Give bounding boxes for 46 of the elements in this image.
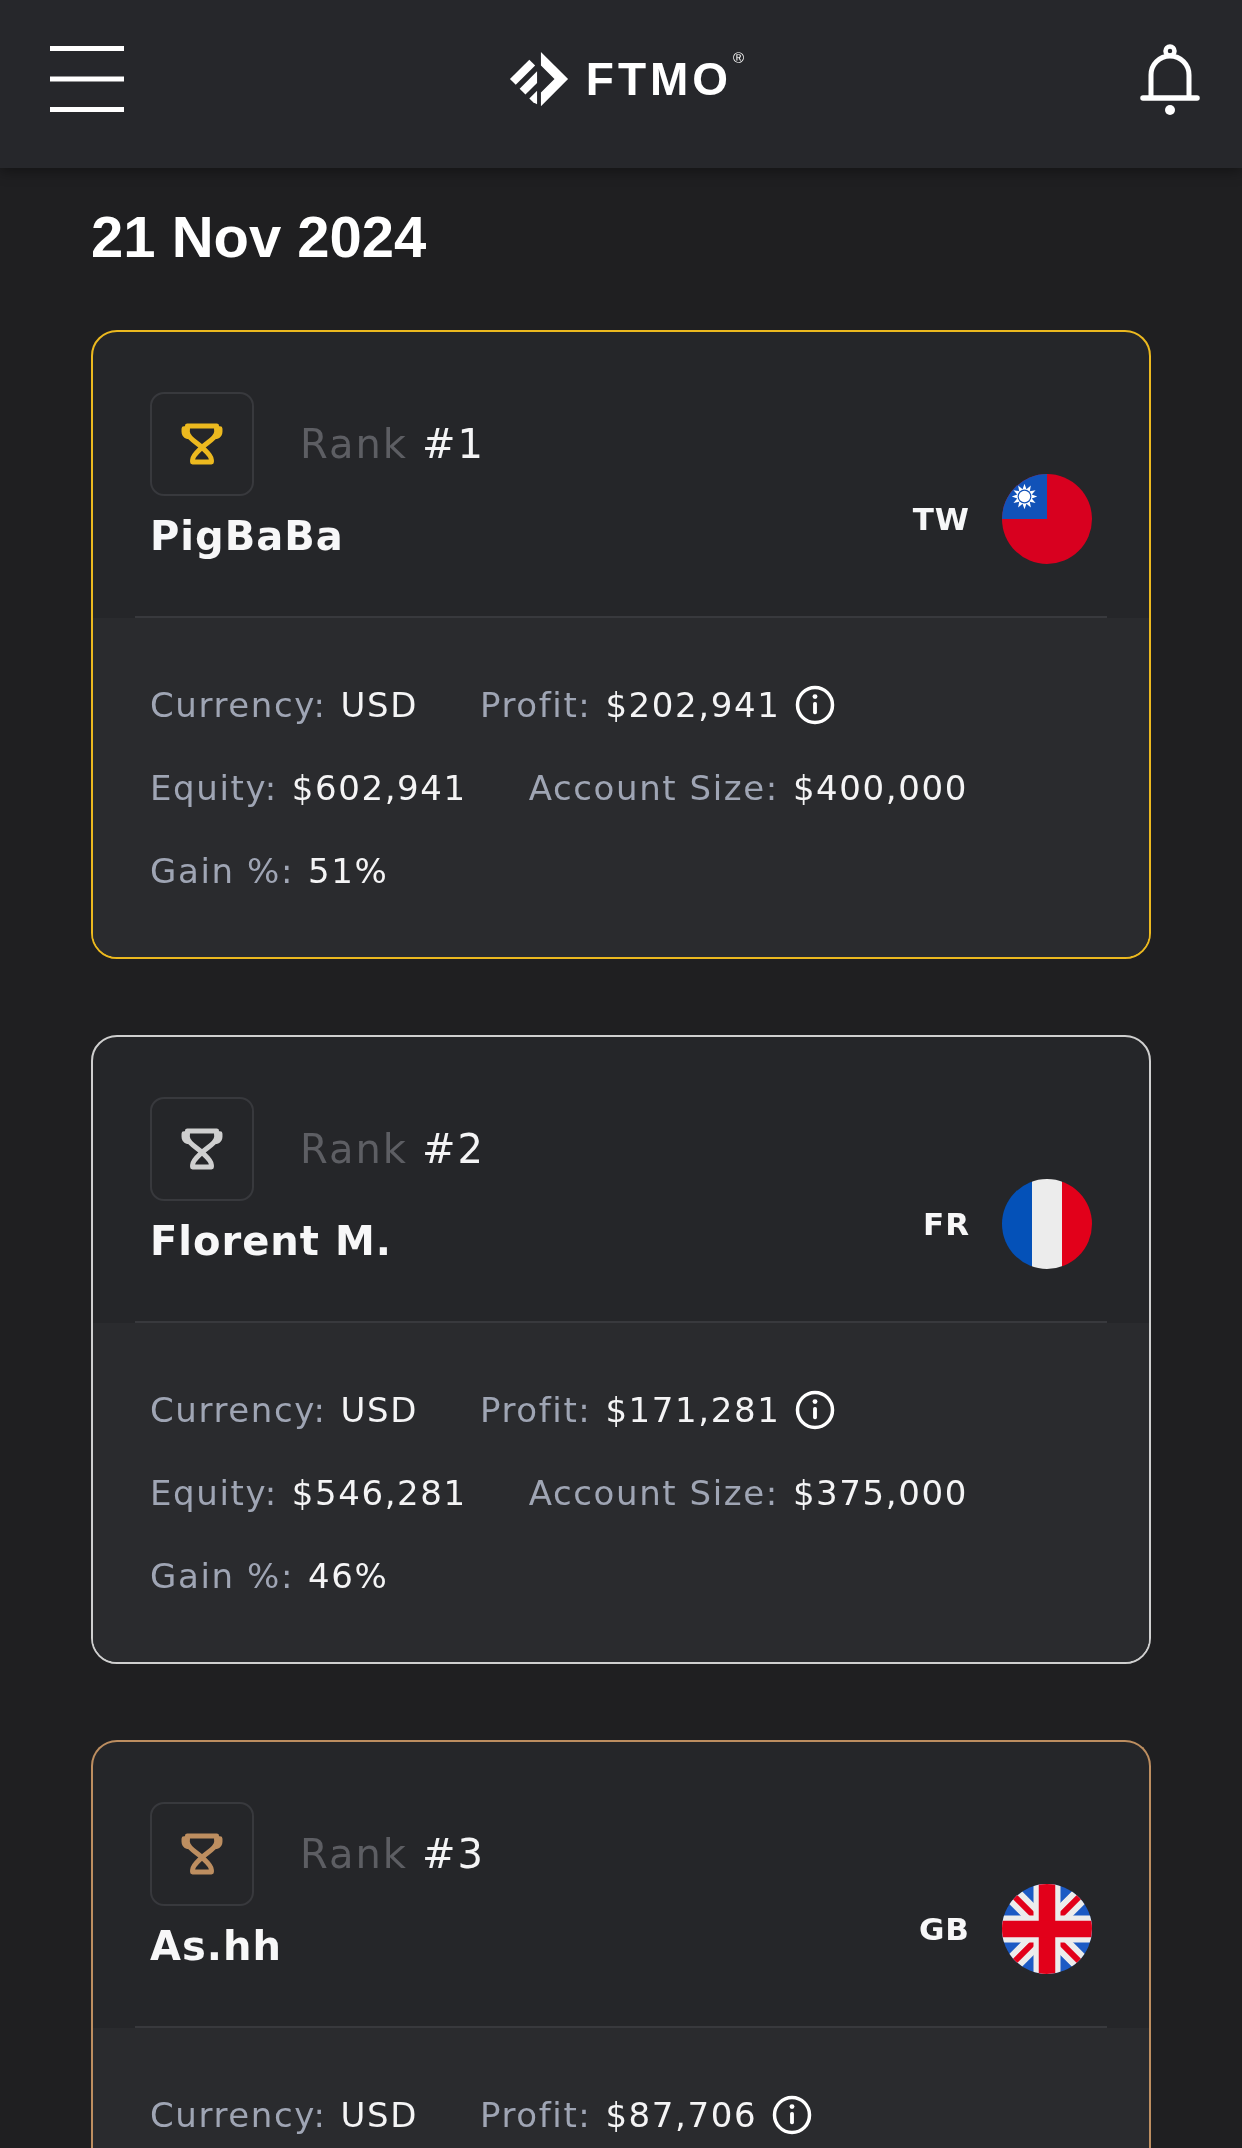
stat-label: Profit: — [480, 2094, 592, 2137]
stat-label: Equity: — [150, 767, 278, 810]
info-icon[interactable] — [771, 2094, 814, 2136]
stat-value: $375,000 — [792, 1472, 968, 1515]
info-icon[interactable] — [794, 684, 837, 726]
stat-value: USD — [340, 1389, 419, 1432]
stat-label: Profit: — [480, 1389, 592, 1432]
rank-label: Rank — [300, 420, 408, 468]
trophy-icon — [150, 392, 254, 496]
rank-number: #2 — [421, 1125, 485, 1173]
stat-label: Profit: — [480, 684, 592, 727]
trader-name: As.hh — [150, 1922, 282, 1971]
rank-label: Rank — [300, 1125, 408, 1173]
stat-label: Currency: — [150, 684, 327, 727]
trophy-icon — [150, 1097, 254, 1201]
stat-label: Currency: — [150, 2094, 327, 2137]
stat-label: Account Size: — [528, 767, 779, 810]
stat-value: 46% — [307, 1555, 389, 1598]
rank-label: Rank — [300, 1830, 408, 1878]
country-code: GB — [918, 1910, 970, 1949]
rank-number: #3 — [421, 1830, 485, 1878]
stat-label: Currency: — [150, 1389, 327, 1432]
trader-name: Florent M. — [150, 1217, 392, 1266]
stat-label: Gain %: — [150, 1555, 294, 1598]
stat-value: $546,281 — [291, 1472, 467, 1515]
stat-label: Equity: — [150, 1472, 278, 1515]
stat-value: $171,281 — [605, 1389, 781, 1432]
country-code: TW — [912, 500, 970, 539]
rank-number: #1 — [421, 420, 485, 468]
date-heading: 21 Nov 2024 — [91, 203, 427, 271]
flag-icon — [1002, 1179, 1092, 1269]
stat-value: $87,706 — [605, 2094, 758, 2137]
trader-name: PigBaBa — [150, 512, 344, 561]
stat-label: Account Size: — [528, 1472, 779, 1515]
stat-value: $400,000 — [792, 767, 968, 810]
trophy-icon — [150, 1802, 254, 1906]
stat-value: $202,941 — [605, 684, 781, 727]
stat-value: USD — [340, 684, 419, 727]
country-code: FR — [922, 1205, 970, 1244]
stat-label: Gain %: — [150, 850, 294, 893]
notification-bell-icon[interactable] — [1138, 42, 1202, 116]
stat-value: 51% — [307, 850, 389, 893]
stat-value: $602,941 — [291, 767, 467, 810]
menu-icon[interactable] — [50, 46, 124, 112]
info-icon[interactable] — [794, 1389, 837, 1431]
stat-value: USD — [340, 2094, 419, 2137]
